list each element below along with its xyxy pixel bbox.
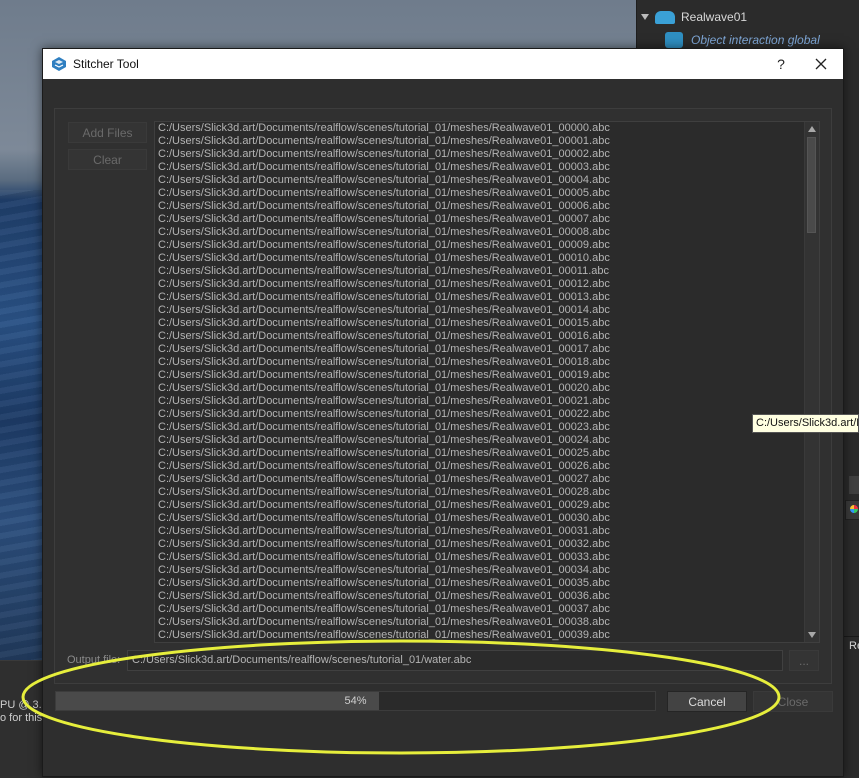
output-file-field[interactable]: C:/Users/Slick3d.art/Documents/realflow/… <box>127 650 783 671</box>
file-list-item[interactable]: C:/Users/Slick3d.art/Documents/realflow/… <box>155 382 819 395</box>
file-list-item[interactable]: C:/Users/Slick3d.art/Documents/realflow/… <box>155 473 819 486</box>
file-list-item[interactable]: C:/Users/Slick3d.art/Documents/realflow/… <box>155 187 819 200</box>
file-list-item[interactable]: C:/Users/Slick3d.art/Documents/realflow/… <box>155 616 819 629</box>
file-list-item[interactable]: C:/Users/Slick3d.art/Documents/realflow/… <box>155 434 819 447</box>
output-file-label: Output file: <box>67 654 121 666</box>
file-list-item[interactable]: C:/Users/Slick3d.art/Documents/realflow/… <box>155 564 819 577</box>
close-icon <box>815 58 827 70</box>
file-list-item[interactable]: C:/Users/Slick3d.art/Documents/realflow/… <box>155 122 819 135</box>
scroll-thumb[interactable] <box>807 137 816 233</box>
help-button[interactable]: ? <box>767 49 795 79</box>
file-list-item[interactable]: C:/Users/Slick3d.art/Documents/realflow/… <box>155 369 819 382</box>
file-list-item[interactable]: C:/Users/Slick3d.art/Documents/realflow/… <box>155 512 819 525</box>
file-list-item[interactable]: C:/Users/Slick3d.art/Documents/realflow/… <box>155 577 819 590</box>
object-interaction-icon <box>665 32 683 48</box>
tree-item-object-interaction[interactable]: Object interaction global <box>665 30 820 50</box>
file-list-item[interactable]: C:/Users/Slick3d.art/Documents/realflow/… <box>155 200 819 213</box>
file-list-item[interactable]: C:/Users/Slick3d.art/Documents/realflow/… <box>155 525 819 538</box>
scroll-down-icon[interactable] <box>808 632 816 638</box>
realwave-icon <box>655 10 675 24</box>
browse-button[interactable]: ... <box>789 650 819 671</box>
close-button[interactable]: Close <box>753 691 833 712</box>
file-list-item[interactable]: C:/Users/Slick3d.art/Documents/realflow/… <box>155 135 819 148</box>
file-list-item[interactable]: C:/Users/Slick3d.art/Documents/realflow/… <box>155 603 819 616</box>
cancel-button[interactable]: Cancel <box>667 691 747 712</box>
side-label: Re <box>849 640 859 652</box>
file-list-item[interactable]: C:/Users/Slick3d.art/Documents/realflow/… <box>155 252 819 265</box>
add-files-button[interactable]: Add Files <box>68 122 147 143</box>
file-list-item[interactable]: C:/Users/Slick3d.art/Documents/realflow/… <box>155 421 819 434</box>
dialog-title: Stitcher Tool <box>73 57 139 71</box>
file-list-item[interactable]: C:/Users/Slick3d.art/Documents/realflow/… <box>155 499 819 512</box>
file-list-item[interactable]: C:/Users/Slick3d.art/Documents/realflow/… <box>155 486 819 499</box>
close-window-button[interactable] <box>803 49 839 79</box>
progress-label: 54% <box>344 695 367 707</box>
dialog-titlebar[interactable]: Stitcher Tool ? <box>43 49 843 79</box>
console-line: o for this <box>0 712 43 724</box>
file-list-item[interactable]: C:/Users/Slick3d.art/Documents/realflow/… <box>155 447 819 460</box>
file-list-item[interactable]: C:/Users/Slick3d.art/Documents/realflow/… <box>155 161 819 174</box>
file-list[interactable]: C:/Users/Slick3d.art/Documents/realflow/… <box>154 121 820 643</box>
file-list-item[interactable]: C:/Users/Slick3d.art/Documents/realflow/… <box>155 317 819 330</box>
file-list-item[interactable]: C:/Users/Slick3d.art/Documents/realflow/… <box>155 291 819 304</box>
expand-arrow-icon[interactable] <box>641 14 649 20</box>
panel-strip <box>849 476 859 494</box>
file-list-item[interactable]: C:/Users/Slick3d.art/Documents/realflow/… <box>155 460 819 473</box>
progress-bar: 54% <box>55 691 656 711</box>
stitcher-tool-dialog: Stitcher Tool ? Add Files Clear C:/Users… <box>42 48 844 777</box>
file-list-item[interactable]: C:/Users/Slick3d.art/Documents/realflow/… <box>155 551 819 564</box>
tree-item-label: Realwave01 <box>681 10 748 24</box>
file-list-item[interactable]: C:/Users/Slick3d.art/Documents/realflow/… <box>155 265 819 278</box>
clear-button[interactable]: Clear <box>68 149 147 170</box>
path-tooltip: C:/Users/Slick3d.art/Documents/realflow/… <box>752 414 859 433</box>
file-list-item[interactable]: C:/Users/Slick3d.art/Documents/realflow/… <box>155 395 819 408</box>
file-list-item[interactable]: C:/Users/Slick3d.art/Documents/realflow/… <box>155 330 819 343</box>
file-list-item[interactable]: C:/Users/Slick3d.art/Documents/realflow/… <box>155 148 819 161</box>
file-list-item[interactable]: C:/Users/Slick3d.art/Documents/realflow/… <box>155 590 819 603</box>
file-list-item[interactable]: C:/Users/Slick3d.art/Documents/realflow/… <box>155 278 819 291</box>
file-list-item[interactable]: C:/Users/Slick3d.art/Documents/realflow/… <box>155 343 819 356</box>
file-list-item[interactable]: C:/Users/Slick3d.art/Documents/realflow/… <box>155 174 819 187</box>
scroll-up-icon[interactable] <box>808 126 816 132</box>
color-picker-button[interactable] <box>845 500 859 520</box>
file-rows: C:/Users/Slick3d.art/Documents/realflow/… <box>155 122 819 642</box>
file-list-item[interactable]: C:/Users/Slick3d.art/Documents/realflow/… <box>155 356 819 369</box>
realflow-app-icon <box>52 57 66 71</box>
file-list-item[interactable]: C:/Users/Slick3d.art/Documents/realflow/… <box>155 304 819 317</box>
color-wheel-icon <box>850 505 858 513</box>
file-list-item[interactable]: C:/Users/Slick3d.art/Documents/realflow/… <box>155 239 819 252</box>
file-list-scrollbar[interactable] <box>804 122 819 642</box>
file-list-item[interactable]: C:/Users/Slick3d.art/Documents/realflow/… <box>155 538 819 551</box>
file-list-item[interactable]: C:/Users/Slick3d.art/Documents/realflow/… <box>155 629 819 642</box>
file-list-item[interactable]: C:/Users/Slick3d.art/Documents/realflow/… <box>155 226 819 239</box>
tree-item-realwave01[interactable]: Realwave01 <box>641 7 747 27</box>
file-list-item[interactable]: C:/Users/Slick3d.art/Documents/realflow/… <box>155 213 819 226</box>
tree-subitem-label: Object interaction global <box>691 33 820 47</box>
file-list-item[interactable]: C:/Users/Slick3d.art/Documents/realflow/… <box>155 408 819 421</box>
